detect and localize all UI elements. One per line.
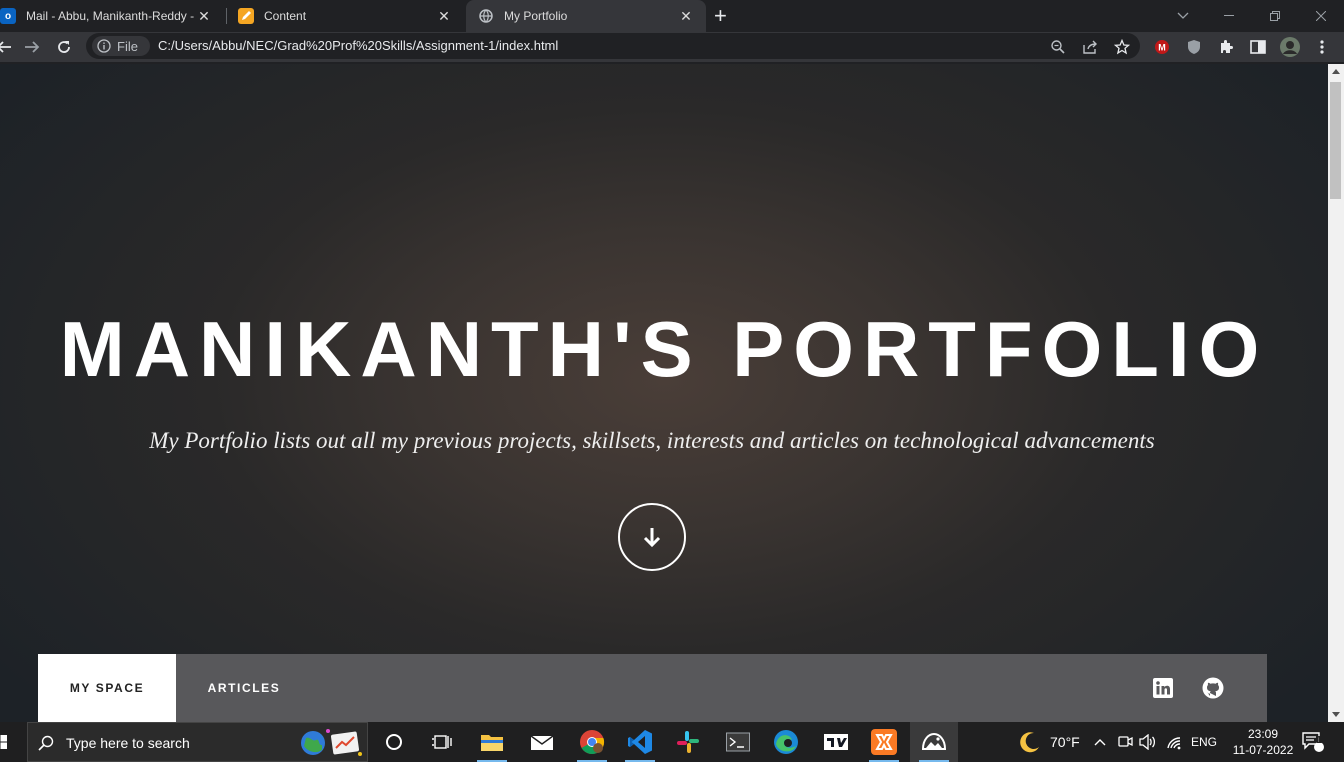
side-panel-icon[interactable]: [1248, 37, 1268, 57]
tab-title: Mail - Abbu, Manikanth-Reddy -: [26, 9, 195, 23]
slack-icon[interactable]: [664, 722, 712, 762]
hero-subtitle: My Portfolio lists out all my previous p…: [149, 428, 1155, 453]
page-scrollbar[interactable]: [1328, 64, 1344, 722]
weather-temp: 70°F: [1050, 734, 1080, 750]
arrow-down-icon: [643, 528, 661, 548]
scroll-down-button[interactable]: [618, 503, 686, 571]
tab-title: My Portfolio: [504, 9, 568, 23]
extensions-puzzle-icon[interactable]: [1216, 37, 1236, 57]
taskbar-search-box[interactable]: Type here to search: [27, 722, 368, 762]
shield-extension-icon[interactable]: [1184, 37, 1204, 57]
site-navbar: MY SPACE ARTICLES: [38, 654, 1267, 722]
reload-icon[interactable]: [54, 37, 74, 57]
clock-time: 23:09: [1247, 727, 1279, 741]
new-tab-button[interactable]: +: [714, 0, 740, 32]
security-label: File: [117, 38, 138, 54]
language-indicator[interactable]: ENG: [1191, 722, 1217, 762]
weather-widget[interactable]: 70°F: [1018, 722, 1080, 762]
svg-text:M: M: [1158, 43, 1166, 53]
vscode-icon[interactable]: [616, 722, 664, 762]
close-tab-icon[interactable]: ✕: [436, 8, 452, 24]
close-tab-icon[interactable]: ✕: [196, 8, 212, 24]
search-icon: [38, 735, 54, 751]
tradingview-icon[interactable]: [812, 722, 860, 762]
scrollbar-thumb[interactable]: [1330, 82, 1341, 199]
address-bar[interactable]: File C:/Users/Abbu/NEC/Grad%20Prof%20Ski…: [86, 33, 1140, 59]
tab-mail[interactable]: o Mail - Abbu, Manikanth-Reddy - ✕: [0, 0, 224, 32]
forward-icon[interactable]: [22, 37, 42, 57]
edge-icon[interactable]: [762, 722, 810, 762]
volume-icon[interactable]: [1139, 722, 1157, 762]
zoom-icon[interactable]: [1048, 37, 1068, 57]
search-placeholder: Type here to search: [66, 735, 190, 751]
tab-my-portfolio[interactable]: My Portfolio ✕: [466, 0, 706, 32]
windows-taskbar: Type here to search 70°F ENG 23:09 11-07…: [0, 722, 1344, 762]
clock[interactable]: 23:09 11-07-2022: [1228, 722, 1298, 762]
browser-tab-strip: o Mail - Abbu, Manikanth-Reddy - ✕ Conte…: [0, 0, 1344, 32]
chrome-icon[interactable]: [568, 722, 616, 762]
show-hidden-icons-icon[interactable]: [1094, 722, 1106, 762]
nav-tab-my-space[interactable]: MY SPACE: [38, 654, 176, 722]
outlook-icon: o: [0, 8, 16, 24]
minimize-icon[interactable]: [1206, 0, 1252, 32]
windows-logo-icon: [0, 735, 7, 749]
share-icon[interactable]: [1080, 37, 1100, 57]
xampp-icon[interactable]: [860, 722, 908, 762]
file-explorer-icon[interactable]: [468, 722, 516, 762]
scroll-up-arrow-icon[interactable]: [1332, 68, 1340, 74]
notifications-button[interactable]: 1: [1302, 722, 1324, 762]
close-window-icon[interactable]: [1298, 0, 1344, 32]
photos-icon[interactable]: [910, 722, 958, 762]
tab-separator: [226, 8, 227, 24]
clock-date: 11-07-2022: [1232, 743, 1294, 757]
nav-tab-articles[interactable]: ARTICLES: [176, 654, 312, 722]
task-view-icon[interactable]: [418, 722, 466, 762]
search-highlight-icon: [301, 729, 362, 756]
page-viewport: MANIKANTH'S PORTFOLIO My Portfolio lists…: [0, 64, 1328, 722]
tab-title: Content: [264, 9, 307, 23]
back-icon[interactable]: [0, 37, 14, 57]
notification-count: 1: [1316, 735, 1322, 746]
tab-search-icon[interactable]: [1160, 0, 1206, 32]
profile-avatar[interactable]: [1280, 37, 1300, 57]
menu-kebab-icon[interactable]: [1312, 37, 1332, 57]
meet-now-icon[interactable]: [1117, 722, 1133, 762]
cortana-icon[interactable]: [370, 722, 418, 762]
pencil-icon: [238, 8, 254, 24]
restore-icon[interactable]: [1252, 0, 1298, 32]
scroll-down-arrow-icon[interactable]: [1332, 712, 1340, 718]
moon-icon: [1020, 732, 1039, 753]
start-button[interactable]: [0, 722, 16, 762]
site-info-button[interactable]: File: [92, 36, 150, 56]
linkedin-icon[interactable]: [1148, 654, 1178, 722]
wifi-icon[interactable]: [1165, 722, 1183, 762]
browser-toolbar: File C:/Users/Abbu/NEC/Grad%20Prof%20Ski…: [0, 32, 1344, 62]
url-text[interactable]: C:/Users/Abbu/NEC/Grad%20Prof%20Skills/A…: [158, 38, 558, 53]
hero-title: MANIKANTH'S PORTFOLIO: [59, 305, 1269, 393]
mcafee-extension-icon[interactable]: M: [1152, 37, 1172, 57]
mail-icon[interactable]: [518, 722, 566, 762]
terminal-icon[interactable]: [714, 722, 762, 762]
globe-icon: [478, 8, 494, 24]
info-icon: [97, 39, 111, 53]
github-icon[interactable]: [1198, 654, 1228, 722]
close-tab-icon[interactable]: ✕: [678, 8, 694, 24]
bookmark-star-icon[interactable]: [1112, 37, 1132, 57]
tab-content[interactable]: Content ✕: [230, 0, 464, 32]
